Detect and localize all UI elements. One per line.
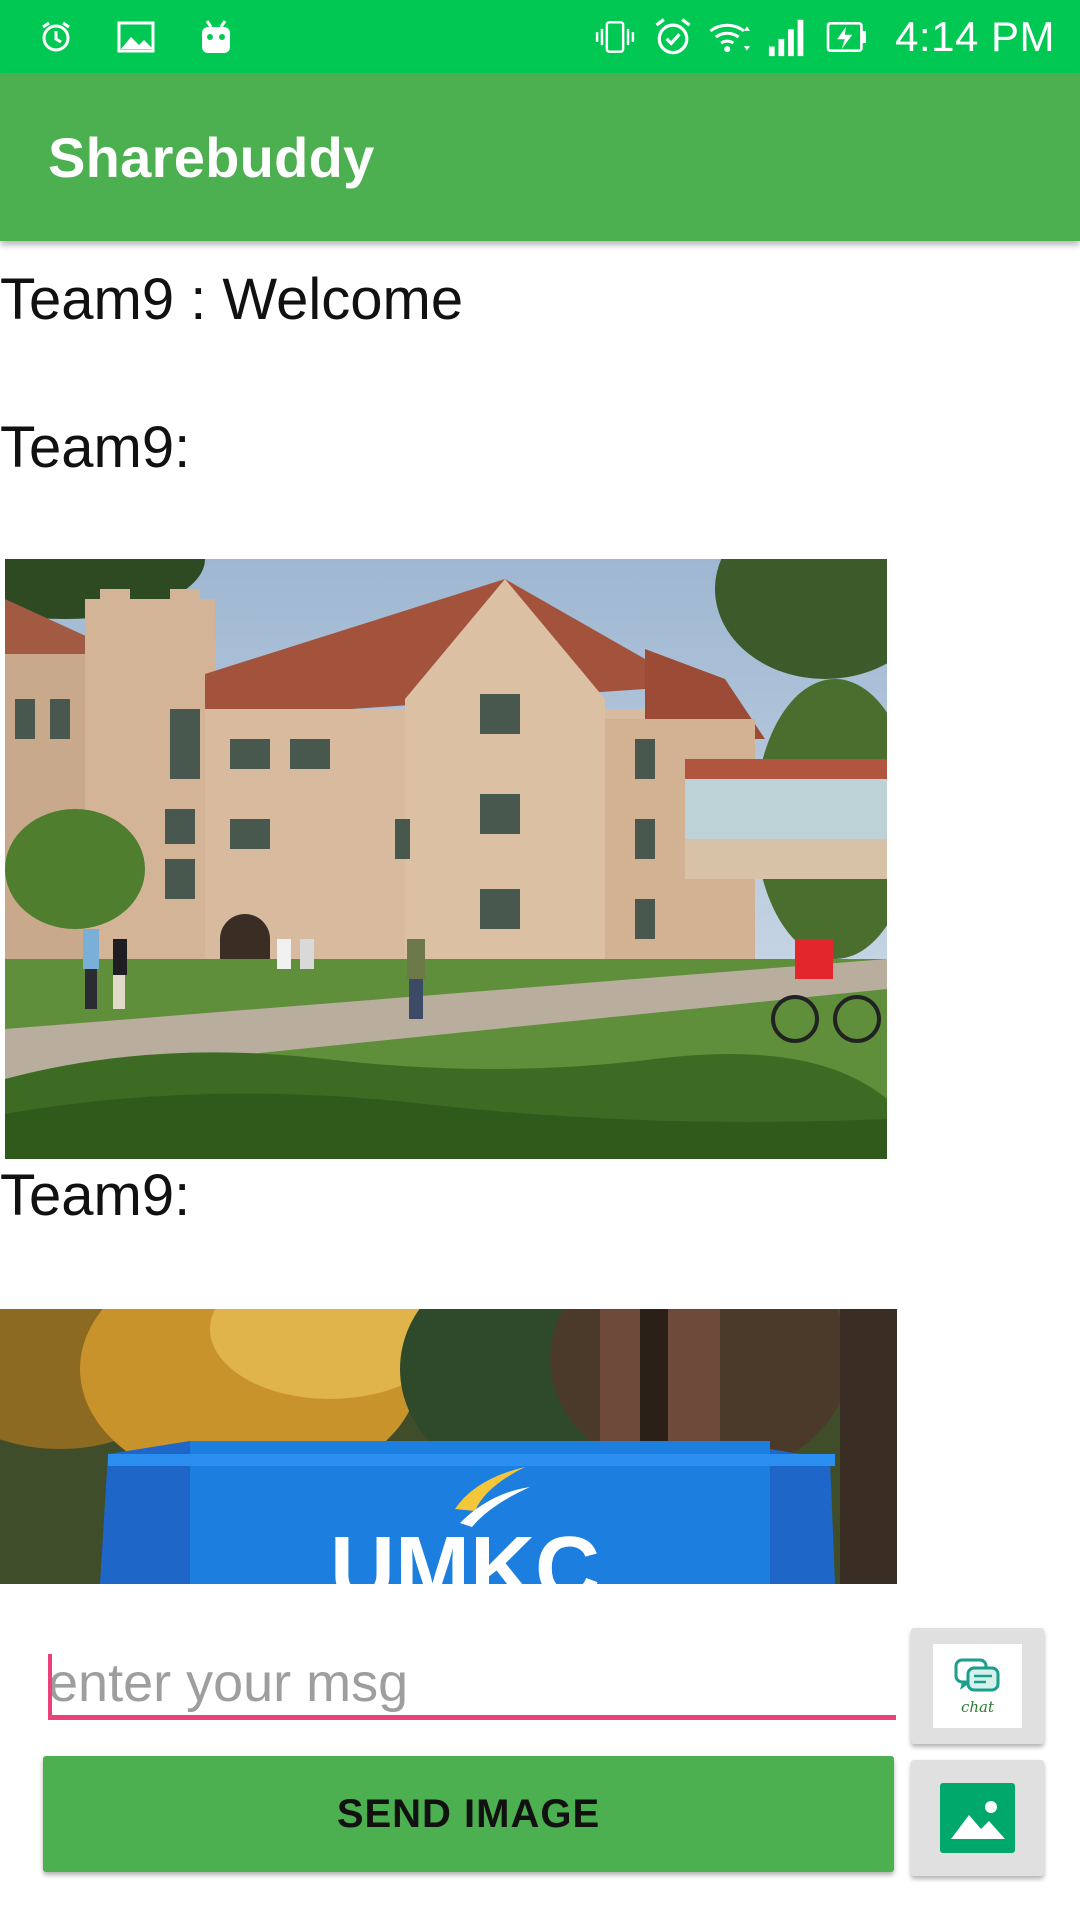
status-left-icons xyxy=(34,15,274,59)
chat-caption: chat xyxy=(960,1698,995,1716)
status-time: 4:14 PM xyxy=(895,12,1055,60)
gallery-icon xyxy=(940,1783,1015,1853)
message-text: Team9 : Welcome xyxy=(0,267,464,332)
gallery-button[interactable] xyxy=(911,1760,1044,1876)
image-icon xyxy=(114,15,158,59)
battery-charging-icon xyxy=(825,15,869,59)
alarm-icon xyxy=(34,15,78,59)
send-image-button[interactable]: SEND IMAGE xyxy=(43,1756,894,1872)
message-list[interactable]: Team9 : Welcome Team9: Team9: UMKC xyxy=(0,241,1080,1584)
chat-bubbles-icon: chat xyxy=(933,1644,1022,1728)
alarm-clock-icon xyxy=(651,15,695,59)
sign-photo[interactable]: UMKC xyxy=(0,1309,897,1584)
status-bar: 4:14 PM xyxy=(0,0,1080,73)
building-photo[interactable] xyxy=(5,559,887,1159)
message-sender: Team9: xyxy=(0,415,191,480)
status-right-icons: 4:14 PM xyxy=(579,13,1055,61)
sign-text: UMKC xyxy=(330,1519,600,1584)
app-bar: Sharebuddy xyxy=(0,73,1080,241)
signal-icon xyxy=(767,15,811,59)
wifi-icon xyxy=(709,15,753,59)
text-caret xyxy=(48,1654,52,1718)
message-field[interactable] xyxy=(48,1650,896,1720)
chat-button[interactable]: chat xyxy=(911,1628,1044,1744)
screen: 4:14 PM Sharebuddy Team9 : Welcome Team9… xyxy=(0,0,1080,1920)
message-sender: Team9: xyxy=(0,1163,191,1228)
android-icon xyxy=(194,15,238,59)
composer: chat SEND IMAGE xyxy=(0,1584,1080,1920)
vibrate-icon xyxy=(593,15,637,59)
message-input[interactable] xyxy=(48,1650,896,1715)
app-title: Sharebuddy xyxy=(48,125,375,189)
